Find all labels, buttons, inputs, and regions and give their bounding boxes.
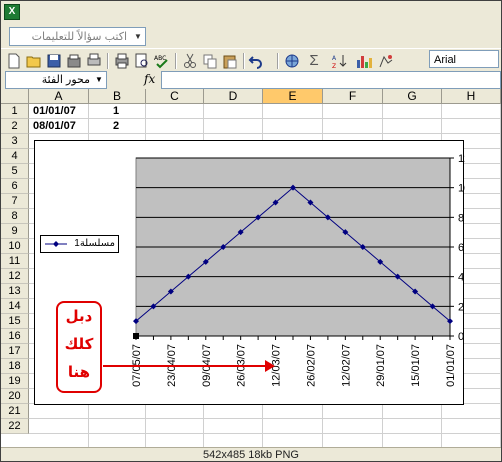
print-icon[interactable] (113, 52, 131, 70)
cell-a1[interactable]: 01/01/07 (33, 104, 76, 119)
new-icon[interactable] (5, 52, 23, 70)
chevron-down-icon[interactable]: ▼ (131, 28, 145, 45)
fx-icon[interactable]: fx (144, 72, 155, 86)
y-tick-label: 2 (458, 301, 464, 313)
spelling-icon[interactable]: ABC (153, 52, 171, 70)
column-header-e[interactable]: E (263, 89, 323, 104)
toolbar-separator (277, 53, 279, 69)
callout-line-2: كلك (64, 336, 94, 353)
selection-handle (133, 333, 139, 339)
hyperlink-icon[interactable] (283, 52, 301, 70)
y-tick-label: 4 (458, 272, 464, 284)
arrow-icon (103, 360, 275, 372)
image-info-bar: 542x485 18kb PNG (1, 447, 501, 461)
legend-label: مسلسلة1 (74, 238, 115, 249)
row-header-1[interactable]: 1 (1, 104, 29, 119)
column-header-f[interactable]: F (323, 89, 383, 104)
x-tick-label: 12/02/07 (340, 344, 352, 387)
chart-legend[interactable]: مسلسلة1 (40, 235, 119, 253)
column-header-a[interactable]: A (29, 89, 89, 104)
formula-bar: محور الفئة ▼ fx (1, 71, 501, 90)
permission-icon[interactable] (65, 52, 83, 70)
formula-input[interactable] (161, 71, 501, 89)
help-placeholder: اكتب سؤالاً للتعليمات (31, 31, 127, 43)
drawing-icon[interactable] (377, 52, 395, 70)
select-all-corner[interactable] (1, 89, 29, 104)
svg-text:A: A (332, 55, 337, 62)
autosum-icon[interactable]: Σ (305, 52, 323, 70)
legend-marker-icon (45, 241, 67, 247)
cut-icon[interactable] (181, 52, 199, 70)
row-header-21[interactable]: 21 (1, 404, 29, 419)
row-header-17[interactable]: 17 (1, 344, 29, 359)
chart-wizard-icon[interactable] (355, 52, 373, 70)
row-header-13[interactable]: 13 (1, 284, 29, 299)
row-header-2[interactable]: 2 (1, 119, 29, 134)
excel-window: X اكتب سؤالاً للتعليمات ▼ ABC Σ A Z Aria… (0, 0, 502, 462)
row-header-4[interactable]: 4 (1, 149, 29, 164)
copy-icon[interactable] (201, 52, 219, 70)
gridline-row (29, 118, 501, 119)
column-header-d[interactable]: D (204, 89, 263, 104)
x-tick-label: 26/02/07 (305, 344, 317, 387)
gridline-row (29, 433, 501, 434)
column-header-g[interactable]: G (383, 89, 442, 104)
column-header-c[interactable]: C (146, 89, 204, 104)
gridline-row (29, 418, 501, 419)
print-preview-icon[interactable] (85, 52, 103, 70)
column-header-b[interactable]: B (89, 89, 146, 104)
row-header-6[interactable]: 6 (1, 179, 29, 194)
row-header-14[interactable]: 14 (1, 299, 29, 314)
row-header-9[interactable]: 9 (1, 224, 29, 239)
row-header-20[interactable]: 20 (1, 389, 29, 404)
row-header-15[interactable]: 15 (1, 314, 29, 329)
callout-line-3: هنا (67, 364, 91, 381)
cell-b2[interactable]: 2 (113, 119, 119, 134)
preview-icon[interactable] (133, 52, 151, 70)
y-tick-label: 0 (458, 331, 464, 343)
gridline-column (500, 104, 501, 461)
y-tick-label: 10 (458, 183, 465, 195)
row-header-5[interactable]: 5 (1, 164, 29, 179)
callout-line-1: دبل (65, 308, 93, 325)
y-tick-label: 12 (458, 153, 465, 165)
save-icon[interactable] (45, 52, 63, 70)
undo-icon[interactable] (247, 52, 265, 70)
y-tick-label: 6 (458, 242, 464, 254)
sort-icon[interactable]: AZ (331, 52, 349, 70)
cell-a2[interactable]: 08/01/07 (33, 119, 76, 134)
name-box-value: محور الفئة (41, 74, 90, 86)
x-tick-label: 29/01/07 (375, 344, 387, 387)
x-tick-label: 01/01/07 (445, 344, 457, 387)
x-tick-label: 15/01/07 (410, 344, 422, 387)
title-bar: X (1, 1, 501, 23)
svg-text:Z: Z (332, 63, 336, 70)
row-header-12[interactable]: 12 (1, 269, 29, 284)
row-header-18[interactable]: 18 (1, 359, 29, 374)
row-header-8[interactable]: 8 (1, 209, 29, 224)
toolbar-separator (175, 53, 177, 69)
paste-icon[interactable] (221, 52, 239, 70)
help-search-box[interactable]: اكتب سؤالاً للتعليمات ▼ (9, 27, 146, 46)
open-icon[interactable] (25, 52, 43, 70)
font-name-field[interactable]: Arial (429, 50, 499, 68)
cell-b1[interactable]: 1 (113, 104, 119, 119)
row-header-16[interactable]: 16 (1, 329, 29, 344)
row-header-19[interactable]: 19 (1, 374, 29, 389)
row-header-22[interactable]: 22 (1, 419, 29, 434)
double-click-callout: دبل كلك هنا (56, 301, 102, 393)
row-header-10[interactable]: 10 (1, 239, 29, 254)
excel-icon[interactable]: X (4, 4, 20, 20)
name-box[interactable]: محور الفئة ▼ (5, 71, 107, 89)
row-header-3[interactable]: 3 (1, 134, 29, 149)
chevron-down-icon[interactable]: ▼ (92, 72, 106, 88)
column-header-h[interactable]: H (442, 89, 501, 104)
row-header-11[interactable]: 11 (1, 254, 29, 269)
gridline-row (29, 133, 501, 134)
y-tick-label: 8 (458, 212, 464, 224)
row-header-7[interactable]: 7 (1, 194, 29, 209)
toolbar-separator (243, 53, 245, 69)
svg-text:ABC: ABC (154, 55, 166, 62)
toolbar-separator (107, 53, 109, 69)
